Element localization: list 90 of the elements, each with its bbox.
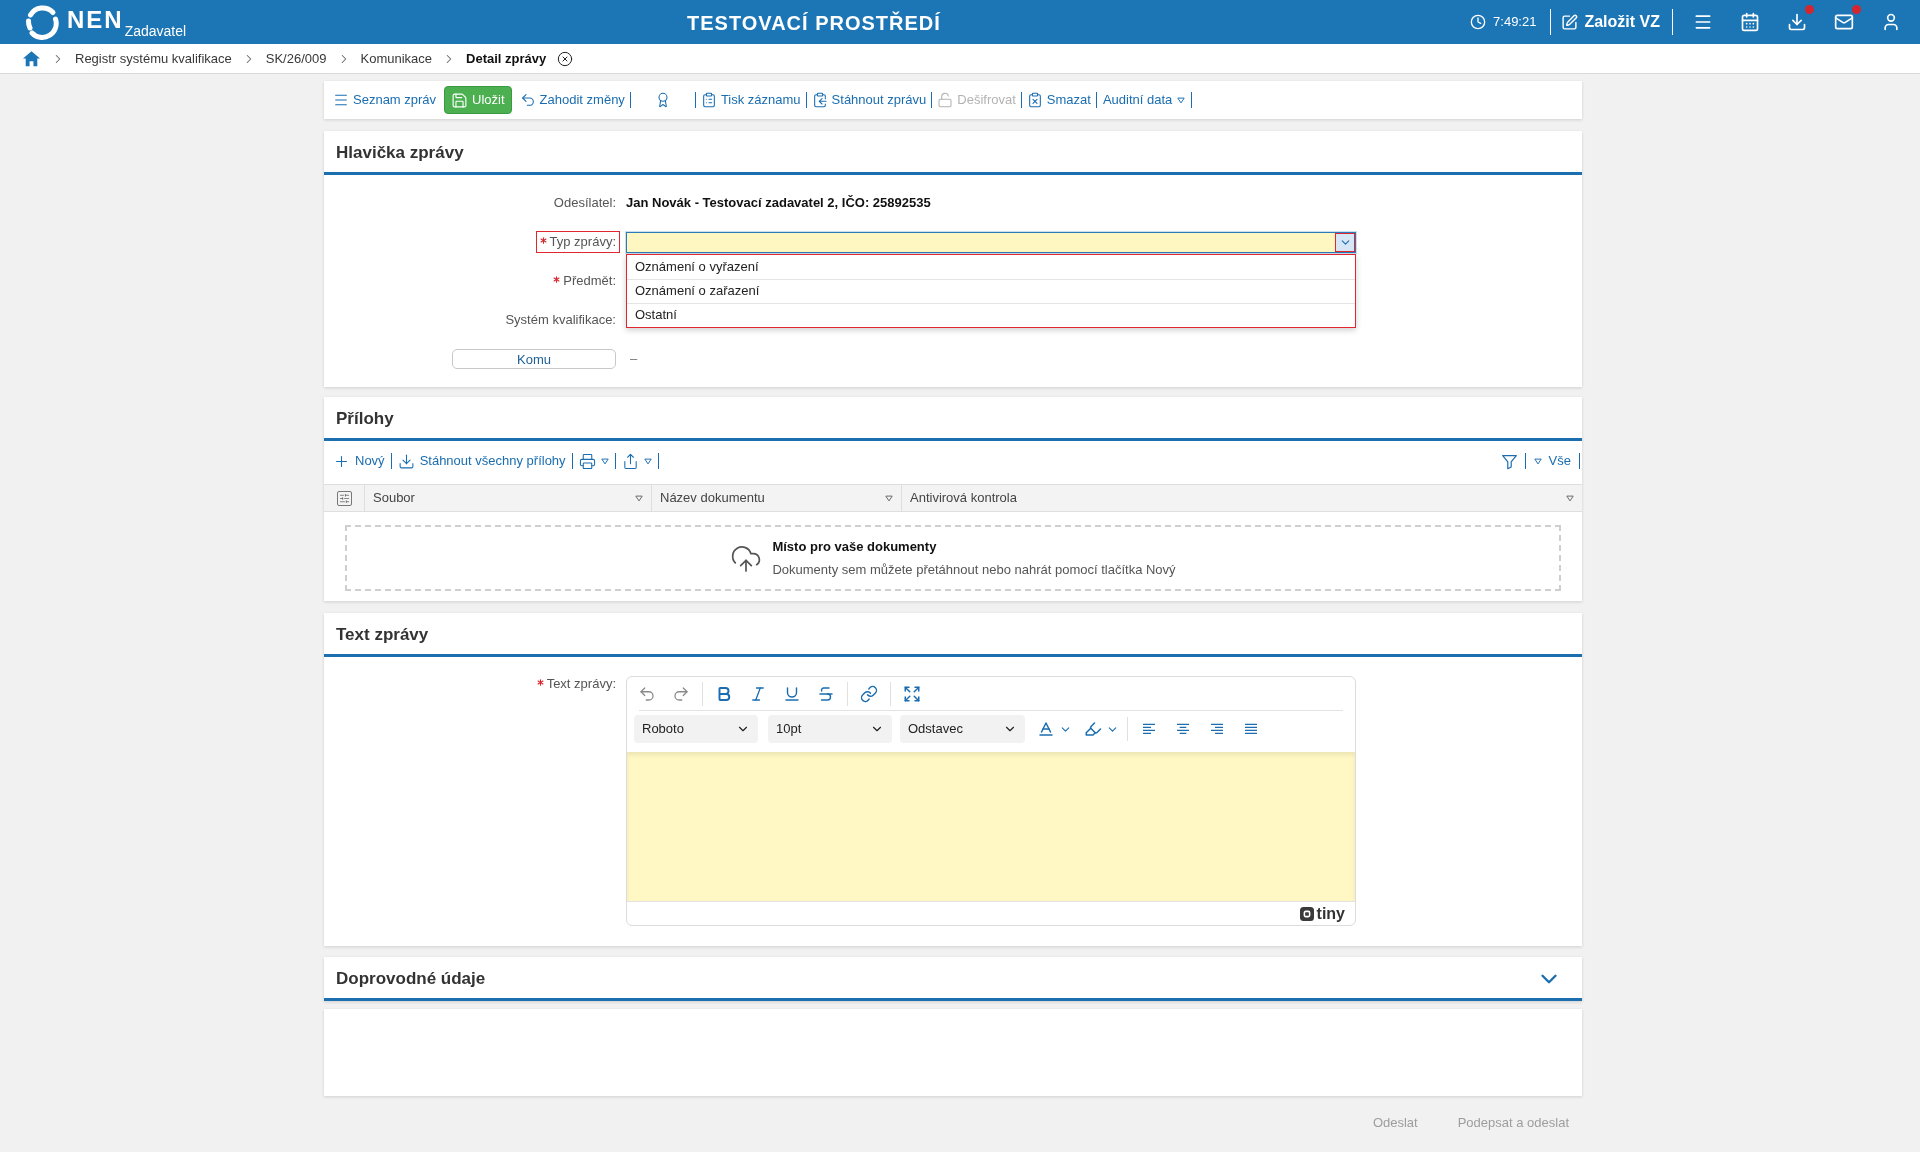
highlighter-icon	[1084, 720, 1102, 738]
column-header[interactable]: Název dokumentu	[660, 488, 765, 508]
underline-icon	[783, 684, 801, 703]
font-size-select[interactable]: 10pt	[768, 715, 892, 743]
dropdown-option[interactable]: Ostatní	[627, 302, 1355, 327]
triangle-down-icon	[1533, 457, 1542, 465]
clipboard-icon	[700, 92, 717, 108]
ring-logo-icon	[24, 4, 60, 40]
text-color-icon	[1037, 720, 1055, 738]
toolbar-button[interactable]: Zahodit změny	[514, 90, 630, 110]
undo-icon	[638, 684, 656, 703]
triangle-down-icon	[643, 457, 652, 465]
clipboard-icon	[811, 92, 828, 108]
redo-icon	[672, 684, 690, 703]
toolbar-button[interactable]: Smazat	[1021, 90, 1096, 110]
edit-icon	[1561, 13, 1579, 31]
link-icon	[860, 684, 878, 703]
font-family-select[interactable]: Roboto	[634, 715, 758, 743]
calendar-button[interactable]	[1739, 11, 1761, 33]
breadcrumb-link[interactable]: Komunikace	[360, 48, 433, 69]
align-left-icon	[1141, 723, 1157, 735]
clock-time: 7:49:21	[1493, 13, 1537, 32]
block-format-select[interactable]: Odstavec	[900, 715, 1025, 743]
strikethrough-icon	[817, 684, 835, 703]
section-title: Přílohy	[336, 408, 394, 431]
close-icon[interactable]	[557, 50, 574, 67]
download-tray-icon	[1787, 12, 1807, 32]
dropdown-option[interactable]: Oznámení o zařazení	[627, 278, 1355, 303]
field-label: Typ zprávy:	[535, 231, 620, 253]
brand-text: tiny	[1316, 905, 1345, 922]
toolbar-button[interactable]: Nový	[327, 451, 391, 471]
section-title: Doprovodné údaje	[336, 968, 486, 991]
column-settings-icon[interactable]	[336, 490, 352, 506]
user-icon	[1881, 12, 1901, 32]
breadcrumb-current: Detail zprávy	[466, 49, 547, 68]
envelope-icon	[1834, 12, 1854, 32]
menu-icon	[333, 92, 349, 108]
expand-icon	[903, 684, 921, 703]
logo-text: NEN	[67, 8, 124, 32]
dropdown-button[interactable]: Vše	[1525, 451, 1579, 471]
field-label: Text zprávy:	[532, 676, 620, 692]
clipboard-icon	[1026, 92, 1043, 108]
section-title: Hlavička zprávy	[336, 142, 464, 165]
justify-icon	[1243, 723, 1259, 735]
align-center-icon	[1175, 723, 1191, 735]
select-field[interactable]	[626, 231, 1356, 253]
share-icon	[621, 452, 639, 470]
logo-subtitle: Zadavatel	[124, 24, 187, 38]
recipients-button[interactable]: Komu	[452, 349, 616, 369]
drop-zone[interactable]: Místo pro vaše dokumenty Dokumenty sem můžete přetáhnout nebo nahrát pomocí tlačítka Nový	[345, 525, 1561, 591]
environment-title: TESTOVACÍ PROSTŘEDÍ	[687, 10, 941, 36]
column-header[interactable]: Antivirová kontrola	[910, 488, 1017, 508]
align-right-icon	[1209, 723, 1225, 735]
field-label: Odesílatel:	[552, 194, 617, 213]
padlock-icon	[937, 92, 954, 108]
breadcrumb-link[interactable]: SK/26/009	[265, 48, 327, 69]
field-label: Předmět:	[549, 270, 620, 292]
dropdown-option[interactable]: Oznámení o vyřazení	[627, 254, 1355, 279]
toolbar-button[interactable]: Seznam zpráv	[328, 90, 442, 110]
italic-icon	[749, 684, 767, 703]
triangle-down-icon	[600, 457, 609, 465]
triangle-down-icon	[1177, 96, 1186, 104]
calendar-icon	[1740, 12, 1760, 32]
tiny-logo-icon	[1299, 906, 1314, 921]
toolbar-button[interactable]: Tisk záznamu	[695, 90, 806, 110]
home-icon[interactable]	[22, 50, 41, 67]
cloud-upload-icon	[730, 543, 763, 575]
filter-icon	[1500, 452, 1518, 470]
dropzone-hint: Dokumenty sem můžete přetáhnout nebo nahrát pomocí tlačítka Nový	[772, 560, 1176, 579]
printer-icon	[578, 452, 596, 470]
dropdown-button[interactable]: Auditní data	[1096, 90, 1192, 110]
menu-icon	[1693, 12, 1713, 32]
create-button[interactable]: Založit VZ	[1561, 10, 1660, 34]
field-label: Systém kvalifikace:	[504, 311, 617, 330]
field-value: –	[630, 350, 638, 369]
toolbar-button[interactable]: Stáhnout zprávu	[806, 90, 932, 110]
triangle-down-icon	[885, 494, 893, 502]
chevron-down-icon[interactable]	[1335, 232, 1355, 252]
triangle-down-icon	[1566, 494, 1574, 502]
clock-icon	[1470, 14, 1487, 30]
toolbar-button[interactable]: Stáhnout všechny přílohy	[391, 451, 572, 471]
column-header[interactable]: Soubor	[373, 488, 415, 508]
field-value: Jan Novák - Testovací zadavatel 2, IČO: 25892535	[626, 194, 931, 213]
dropzone-title: Místo pro vaše dokumenty	[772, 538, 938, 556]
download-tray-icon	[397, 452, 415, 470]
breadcrumb-link[interactable]: Registr systému kvalifikace	[75, 48, 232, 69]
triangle-down-icon	[635, 494, 643, 502]
section-title: Text zprávy	[336, 624, 429, 647]
undo-icon	[519, 92, 536, 108]
text-input-area[interactable]	[627, 752, 1355, 901]
